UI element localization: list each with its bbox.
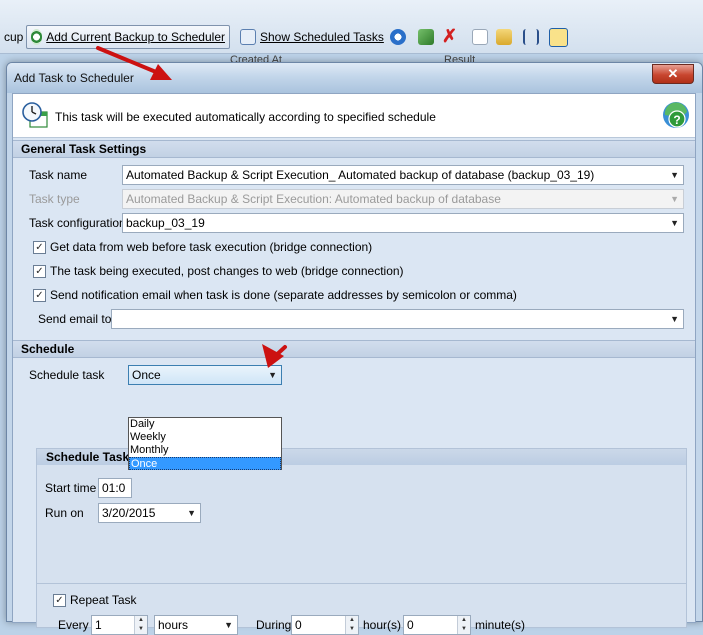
during-hours-spinner[interactable]: 0 ▲ ▼ xyxy=(291,615,359,635)
every-label: Every xyxy=(58,618,89,632)
spin-arrows-icon[interactable]: ▲ ▼ xyxy=(457,616,470,634)
every-unit-combo[interactable]: hours ▼ xyxy=(154,615,238,635)
annotation-arrows xyxy=(96,46,287,368)
chevron-down-icon: ▼ xyxy=(224,620,233,630)
annotation-arrow-dropdown xyxy=(262,344,287,368)
spin-arrows-icon[interactable]: ▲ ▼ xyxy=(134,616,147,634)
during-minutes-value: 0 xyxy=(407,618,414,632)
during-label: During xyxy=(256,618,292,632)
annotation-arrow-title xyxy=(96,46,172,80)
hours-label: hour(s) xyxy=(363,618,402,632)
every-value: 1 xyxy=(95,618,102,632)
spin-arrows-icon[interactable]: ▲ ▼ xyxy=(345,616,358,634)
minutes-label: minute(s) xyxy=(475,618,526,632)
during-minutes-spinner[interactable]: 0 ▲ ▼ xyxy=(403,615,471,635)
during-hours-value: 0 xyxy=(295,618,302,632)
every-spinner[interactable]: 1 ▲ ▼ xyxy=(91,615,148,635)
every-unit-value: hours xyxy=(158,618,189,632)
